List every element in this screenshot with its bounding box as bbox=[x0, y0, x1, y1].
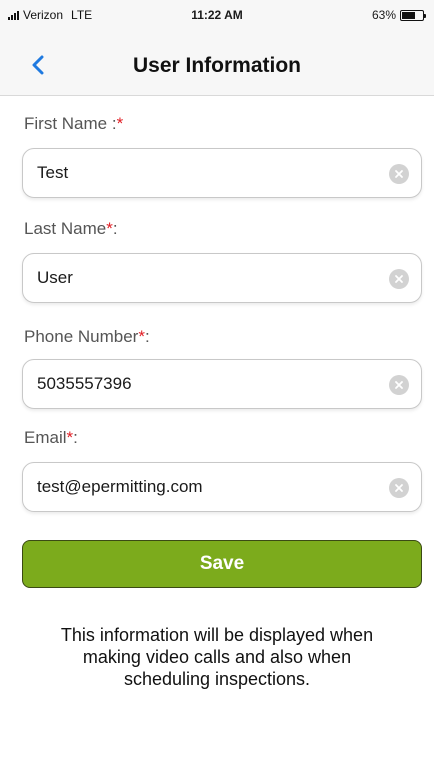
clear-icon[interactable] bbox=[389, 164, 409, 184]
page-title: User Information bbox=[132, 54, 302, 77]
first-name-label: First Name :* bbox=[24, 114, 124, 133]
status-bar: Verizon LTE 11:22 AM 63% bbox=[0, 0, 434, 36]
email-field[interactable]: test@epermitting.com bbox=[22, 462, 422, 512]
required-mark: * bbox=[138, 327, 145, 346]
save-button[interactable]: Save bbox=[22, 540, 422, 588]
clear-icon[interactable] bbox=[389, 269, 409, 289]
battery-percent: 63% bbox=[371, 8, 396, 22]
status-time: 11:22 AM bbox=[191, 8, 243, 22]
first-name-field[interactable]: Test bbox=[22, 148, 422, 198]
nav-bar: User Information bbox=[0, 36, 434, 96]
clear-icon[interactable] bbox=[389, 478, 409, 498]
last-name-field[interactable]: User bbox=[22, 253, 422, 303]
phone-field[interactable]: 5035557396 bbox=[22, 359, 422, 409]
phone-value[interactable]: 5035557396 bbox=[37, 374, 132, 394]
phone-label: Phone Number*: bbox=[24, 327, 150, 346]
status-right: 63% bbox=[371, 8, 426, 22]
info-text: This information will be displayed when … bbox=[60, 625, 374, 689]
email-value[interactable]: test@epermitting.com bbox=[37, 477, 203, 497]
battery-fill bbox=[402, 11, 415, 19]
last-name-value[interactable]: User bbox=[37, 268, 73, 288]
clear-icon[interactable] bbox=[389, 375, 409, 395]
last-name-label: Last Name*: bbox=[24, 219, 118, 238]
battery-icon bbox=[400, 9, 426, 21]
required-mark: * bbox=[116, 114, 124, 133]
required-mark: * bbox=[106, 219, 113, 238]
first-name-value[interactable]: Test bbox=[37, 163, 68, 183]
email-label: Email*: bbox=[24, 428, 78, 447]
